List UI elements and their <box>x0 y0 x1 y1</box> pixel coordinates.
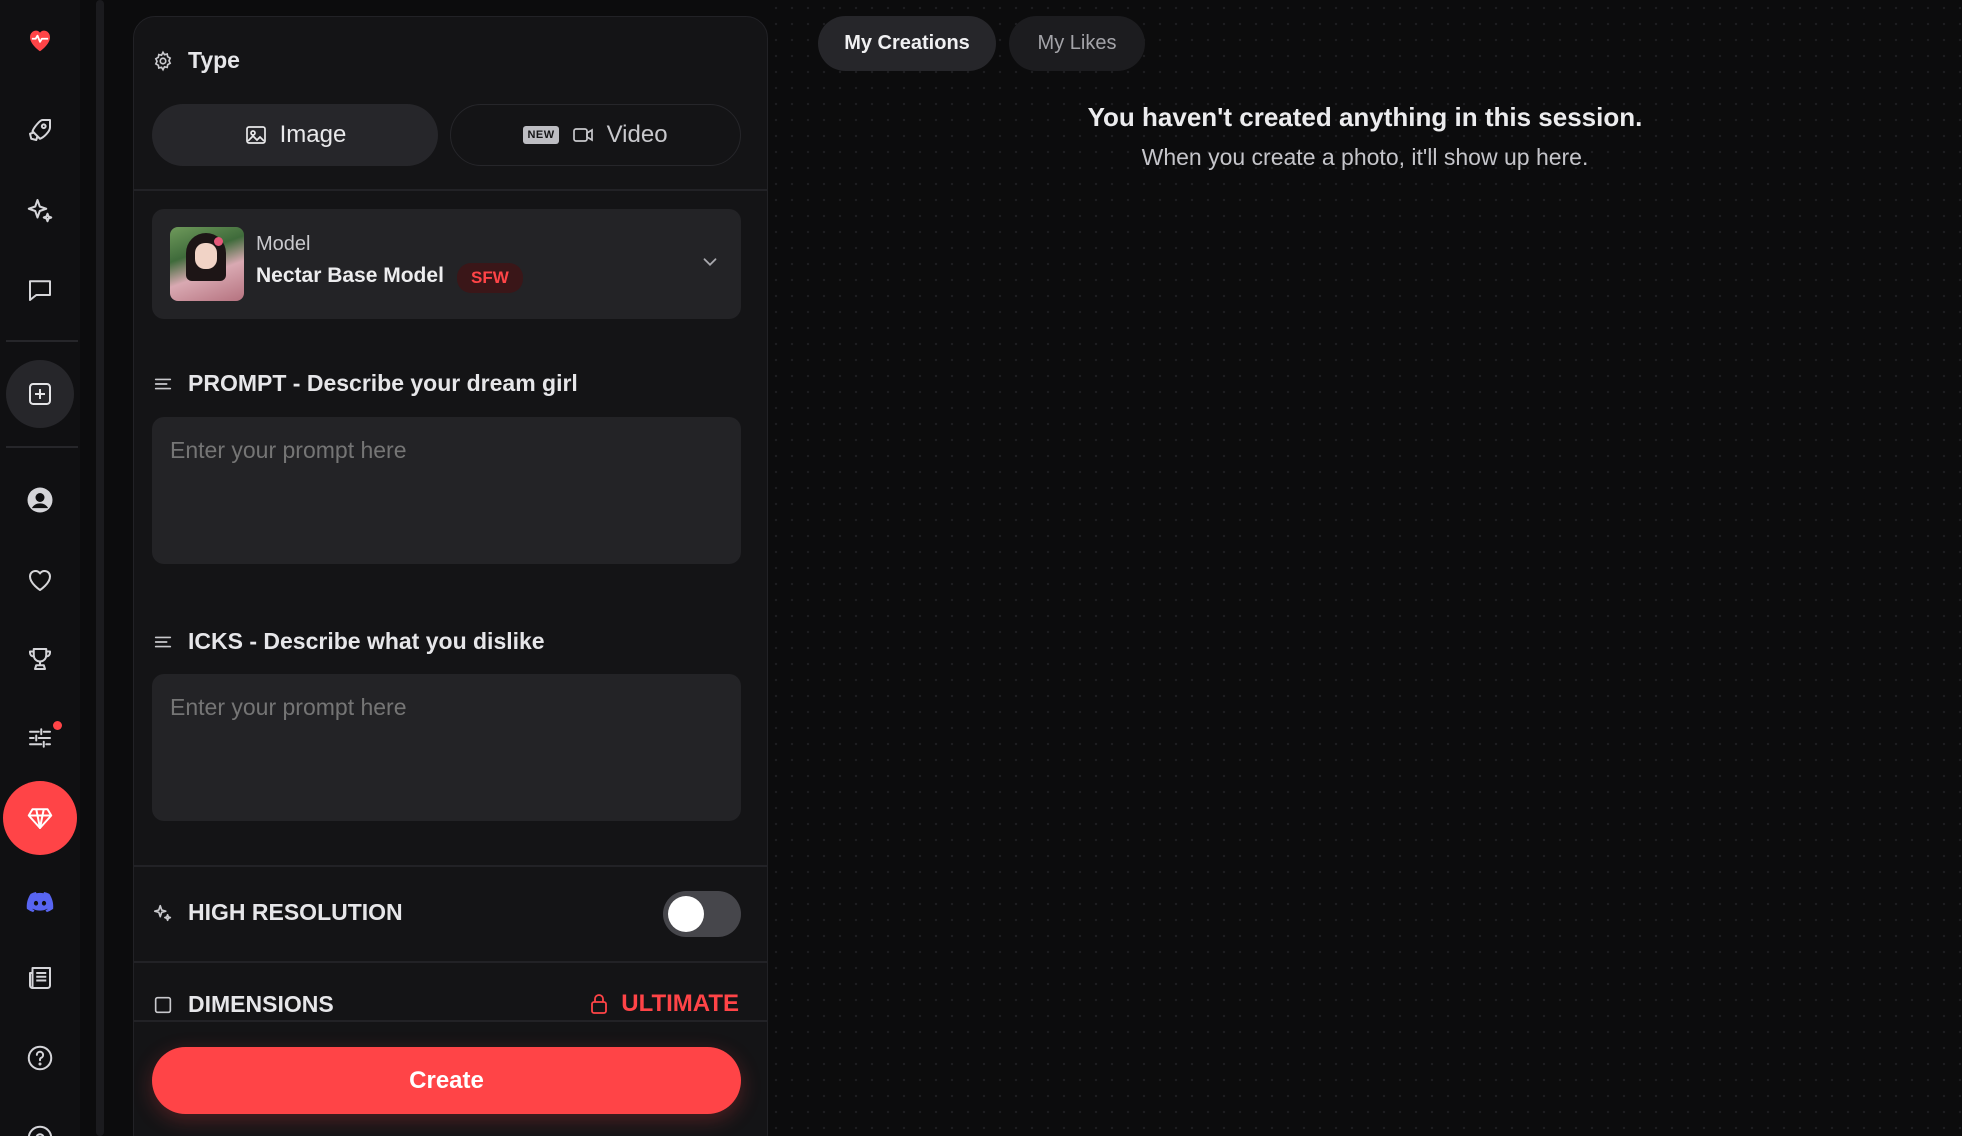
section-divider <box>134 1020 767 1022</box>
high-resolution-title: HIGH RESOLUTION <box>188 899 403 925</box>
sidebar <box>0 0 80 1136</box>
diamond-icon[interactable] <box>3 781 77 855</box>
chevron-down-icon <box>703 258 717 267</box>
trophy-icon[interactable] <box>6 625 74 693</box>
help-icon[interactable] <box>6 1024 74 1092</box>
lock-icon <box>591 994 608 1014</box>
creations-area: My Creations My Likes You haven't create… <box>768 0 1962 1136</box>
model-selector[interactable]: Model Nectar Base Model SFW <box>152 209 741 319</box>
type-image-button[interactable]: Image <box>152 104 438 166</box>
tab-my-creations[interactable]: My Creations <box>818 16 996 71</box>
heart-icon[interactable] <box>6 546 74 614</box>
ultimate-label: ULTIMATE <box>621 990 739 1017</box>
model-avatar <box>170 227 244 301</box>
tab-my-likes[interactable]: My Likes <box>1009 16 1145 71</box>
section-divider <box>134 961 767 963</box>
model-label: Model <box>256 233 311 255</box>
dimensions-header: DIMENSIONS <box>152 991 334 1018</box>
high-resolution-header: HIGH RESOLUTION <box>152 899 403 926</box>
sidebar-divider <box>6 340 78 342</box>
empty-state-subtitle: When you create a photo, it'll show up h… <box>1141 144 1589 170</box>
rocket-icon[interactable] <box>6 96 74 164</box>
prompt-header: PROMPT - Describe your dream girl <box>152 370 578 397</box>
logo-heart-icon[interactable] <box>6 6 74 74</box>
model-name: Nectar Base Model <box>256 264 444 287</box>
create-plus-icon[interactable] <box>6 360 74 428</box>
high-resolution-toggle[interactable] <box>663 891 741 937</box>
new-badge: NEW <box>523 126 559 144</box>
ultimate-lock[interactable]: ULTIMATE <box>587 990 739 1018</box>
sparkle-icon <box>153 904 172 921</box>
square-icon <box>154 996 172 1013</box>
icks-title: ICKS - Describe what you dislike <box>188 628 545 654</box>
type-video-button[interactable]: NEW Video <box>450 104 741 166</box>
icks-header: ICKS - Describe what you dislike <box>152 628 545 655</box>
sidebar-scrollbar[interactable] <box>96 0 104 1136</box>
sfw-badge: SFW <box>457 263 523 293</box>
type-title: Type <box>188 47 240 73</box>
sparkles-icon[interactable] <box>6 176 74 244</box>
video-icon <box>572 128 593 142</box>
prompt-title: PROMPT - Describe your dream girl <box>188 370 578 396</box>
settings-circle-icon[interactable] <box>6 1104 74 1136</box>
section-divider <box>134 865 767 867</box>
sidebar-divider <box>6 446 78 448</box>
gear-icon <box>154 50 172 71</box>
create-button[interactable]: Create <box>152 1047 741 1114</box>
discord-icon[interactable] <box>6 868 74 936</box>
sliders-icon[interactable] <box>6 704 74 772</box>
section-divider <box>134 189 767 191</box>
image-icon <box>245 126 266 144</box>
generation-panel: Type Image NEW Video Model Nectar Base M… <box>133 16 768 1136</box>
dimensions-title: DIMENSIONS <box>188 991 334 1017</box>
type-header: Type <box>152 47 240 74</box>
icks-input[interactable] <box>152 674 741 821</box>
news-icon[interactable] <box>6 944 74 1012</box>
video-label: Video <box>606 121 668 148</box>
text-lines-icon <box>154 636 172 647</box>
chat-icon[interactable] <box>6 256 74 324</box>
image-label: Image <box>279 121 347 148</box>
text-lines-icon <box>154 378 172 389</box>
empty-state-title: You haven't created anything in this ses… <box>1087 102 1643 132</box>
prompt-input[interactable] <box>152 417 741 564</box>
profile-icon[interactable] <box>6 466 74 534</box>
notification-dot <box>53 721 62 730</box>
